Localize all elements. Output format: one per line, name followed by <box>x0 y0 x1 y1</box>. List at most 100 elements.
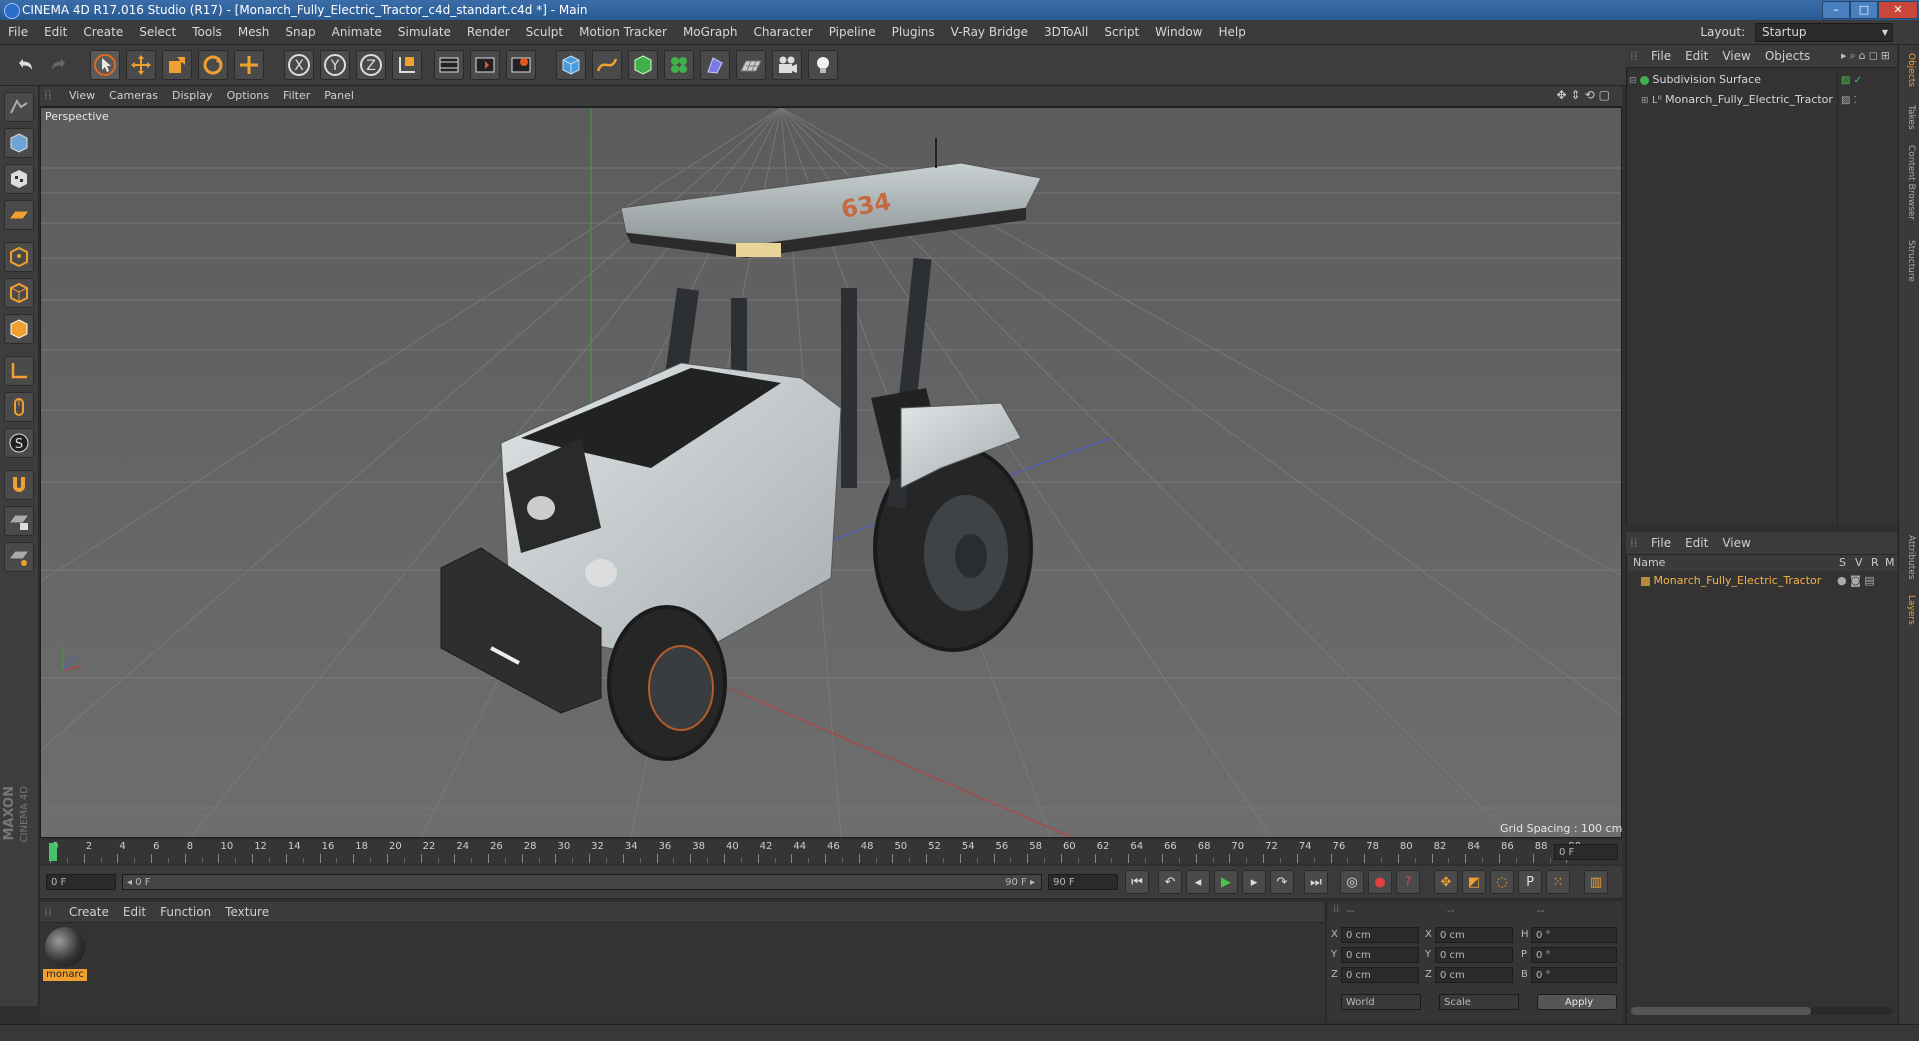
viewport-menu-panel[interactable]: Panel <box>317 86 361 106</box>
close-button[interactable]: ✕ <box>1878 1 1918 19</box>
layers-menu-view[interactable]: View <box>1715 532 1757 554</box>
coordinate-system-icon[interactable] <box>392 50 422 80</box>
subdivision-surface-icon[interactable] <box>628 50 658 80</box>
menu-edit[interactable]: Edit <box>36 20 75 44</box>
size-x-field[interactable]: 0 cm <box>1435 927 1513 943</box>
key-rotation-icon[interactable]: ◌ <box>1490 870 1514 894</box>
material-menu-create[interactable]: Create <box>62 902 116 922</box>
axis-mode-icon[interactable] <box>4 356 34 386</box>
viewport-navigation-icons[interactable]: ✥⇕⟲▢ <box>1556 88 1614 102</box>
expand-icon[interactable]: ⊟ <box>1629 76 1637 86</box>
record-icon[interactable]: ● <box>1368 870 1392 894</box>
lock-workplane-icon[interactable] <box>4 506 34 536</box>
points-mode-icon[interactable] <box>4 242 34 272</box>
viewport-menu-display[interactable]: Display <box>165 86 220 106</box>
tab-structure[interactable]: Structure <box>1902 240 1916 282</box>
menu-simulate[interactable]: Simulate <box>390 20 459 44</box>
expand-icon[interactable]: ⊞ <box>1641 96 1649 106</box>
layers-menu-edit[interactable]: Edit <box>1678 532 1715 554</box>
layers-menu-file[interactable]: File <box>1644 532 1678 554</box>
menu-mesh[interactable]: Mesh <box>230 20 278 44</box>
viewport-menu-cameras[interactable]: Cameras <box>102 86 165 106</box>
tab-takes[interactable]: Takes <box>1902 105 1916 130</box>
undo-icon[interactable] <box>10 50 40 80</box>
scale-icon[interactable] <box>162 50 192 80</box>
render-view-icon[interactable] <box>434 50 464 80</box>
visibility-check-icon[interactable]: ▨ ✓ <box>1841 75 1862 86</box>
coordinate-mode-dropdown[interactable]: World <box>1341 994 1421 1010</box>
key-parameter-icon[interactable]: P <box>1518 870 1542 894</box>
scrollbar-thumb[interactable] <box>1631 1007 1811 1015</box>
light-bulb-icon[interactable] <box>808 50 838 80</box>
column-manager[interactable]: M <box>1885 555 1895 571</box>
position-z-field[interactable]: 0 cm <box>1341 967 1419 983</box>
material-menu-texture[interactable]: Texture <box>218 902 276 922</box>
material-menu-edit[interactable]: Edit <box>116 902 153 922</box>
material-menu-function[interactable]: Function <box>153 902 218 922</box>
layer-color-icon[interactable] <box>1641 576 1650 586</box>
menu-sculpt[interactable]: Sculpt <box>518 20 571 44</box>
menu-snap[interactable]: Snap <box>277 20 323 44</box>
select-arrow-icon[interactable] <box>90 50 120 80</box>
tweak-mode-icon[interactable] <box>4 392 34 422</box>
previous-frame-icon[interactable]: ◂ <box>1186 870 1210 894</box>
tab-layers[interactable]: Layers <box>1902 595 1916 625</box>
objects-menu-edit[interactable]: Edit <box>1678 45 1715 67</box>
cloner-icon[interactable] <box>664 50 694 80</box>
go-to-start-icon[interactable]: ⏮ <box>1125 870 1149 894</box>
y-axis-icon[interactable]: Y <box>320 50 350 80</box>
viewport-menu-view[interactable]: View <box>62 86 102 106</box>
redo-icon[interactable] <box>44 50 74 80</box>
key-scale-icon[interactable]: ◩ <box>1462 870 1486 894</box>
live-selection-icon[interactable] <box>234 50 264 80</box>
layer-toggles-icon[interactable]: ● ◙ ▤ <box>1837 573 1875 589</box>
start-frame-field[interactable]: 0 F <box>46 874 116 890</box>
floor-icon[interactable] <box>736 50 766 80</box>
menu-script[interactable]: Script <box>1096 20 1147 44</box>
menu-motion-tracker[interactable]: Motion Tracker <box>571 20 675 44</box>
spline-pen-icon[interactable] <box>592 50 622 80</box>
playhead[interactable] <box>49 843 57 861</box>
tree-item-subdivision-surface[interactable]: ⊟ Subdivision Surface <box>1629 73 1829 89</box>
tab-attributes[interactable]: Attributes <box>1902 535 1916 579</box>
rotation-h-field[interactable]: 0 ° <box>1531 927 1617 943</box>
timeline-window-icon[interactable]: ▥ <box>1584 870 1608 894</box>
texture-mode-icon[interactable] <box>4 164 34 194</box>
menu-help[interactable]: Help <box>1210 20 1253 44</box>
motion-path-icon[interactable]: ◎ <box>1340 870 1364 894</box>
edges-mode-icon[interactable] <box>4 278 34 308</box>
move-icon[interactable] <box>126 50 156 80</box>
viewport-menu-filter[interactable]: Filter <box>276 86 317 106</box>
maximize-button[interactable]: □ <box>1850 1 1878 19</box>
render-settings-icon[interactable] <box>506 50 536 80</box>
next-key-icon[interactable]: ↷ <box>1270 870 1294 894</box>
deformer-icon[interactable] <box>700 50 730 80</box>
menu-select[interactable]: Select <box>131 20 184 44</box>
layout-dropdown[interactable]: Startup ▼ <box>1755 23 1893 42</box>
menu-mograph[interactable]: MoGraph <box>675 20 746 44</box>
position-x-field[interactable]: 0 cm <box>1341 927 1419 943</box>
current-frame-field[interactable]: 0 F <box>1554 844 1618 860</box>
tree-item-tractor[interactable]: ⊞ L⁰ Monarch_Fully_Electric_Tractor <box>1641 93 1861 109</box>
menu-vray-bridge[interactable]: V-Ray Bridge <box>943 20 1036 44</box>
3d-viewport[interactable]: 634 <box>40 107 1622 838</box>
next-frame-icon[interactable]: ▸ <box>1242 870 1266 894</box>
model-mode-icon[interactable] <box>4 128 34 158</box>
menu-3dtoall[interactable]: 3DToAll <box>1036 20 1096 44</box>
viewport-menu-options[interactable]: Options <box>220 86 276 106</box>
camera-icon[interactable] <box>772 50 802 80</box>
material-swatch[interactable]: monarc <box>43 925 87 983</box>
polygons-mode-icon[interactable] <box>4 314 34 344</box>
menu-tools[interactable]: Tools <box>184 20 230 44</box>
menu-window[interactable]: Window <box>1147 20 1210 44</box>
frame-range-slider[interactable]: ◂ 0 F 90 F ▸ <box>122 874 1042 890</box>
menu-create[interactable]: Create <box>75 20 131 44</box>
render-to-picture-viewer-icon[interactable] <box>470 50 500 80</box>
go-to-end-icon[interactable]: ⏭ <box>1304 870 1328 894</box>
timeline-ruler[interactable]: 0246810121416182022242628303234363840424… <box>40 840 1622 864</box>
menu-plugins[interactable]: Plugins <box>884 20 943 44</box>
objects-menu-view[interactable]: View <box>1715 45 1757 67</box>
previous-key-icon[interactable]: ↶ <box>1158 870 1182 894</box>
layer-row[interactable]: Monarch_Fully_Electric_Tractor ● ◙ ▤ <box>1631 573 1895 589</box>
autokey-icon[interactable]: ? <box>1396 870 1420 894</box>
